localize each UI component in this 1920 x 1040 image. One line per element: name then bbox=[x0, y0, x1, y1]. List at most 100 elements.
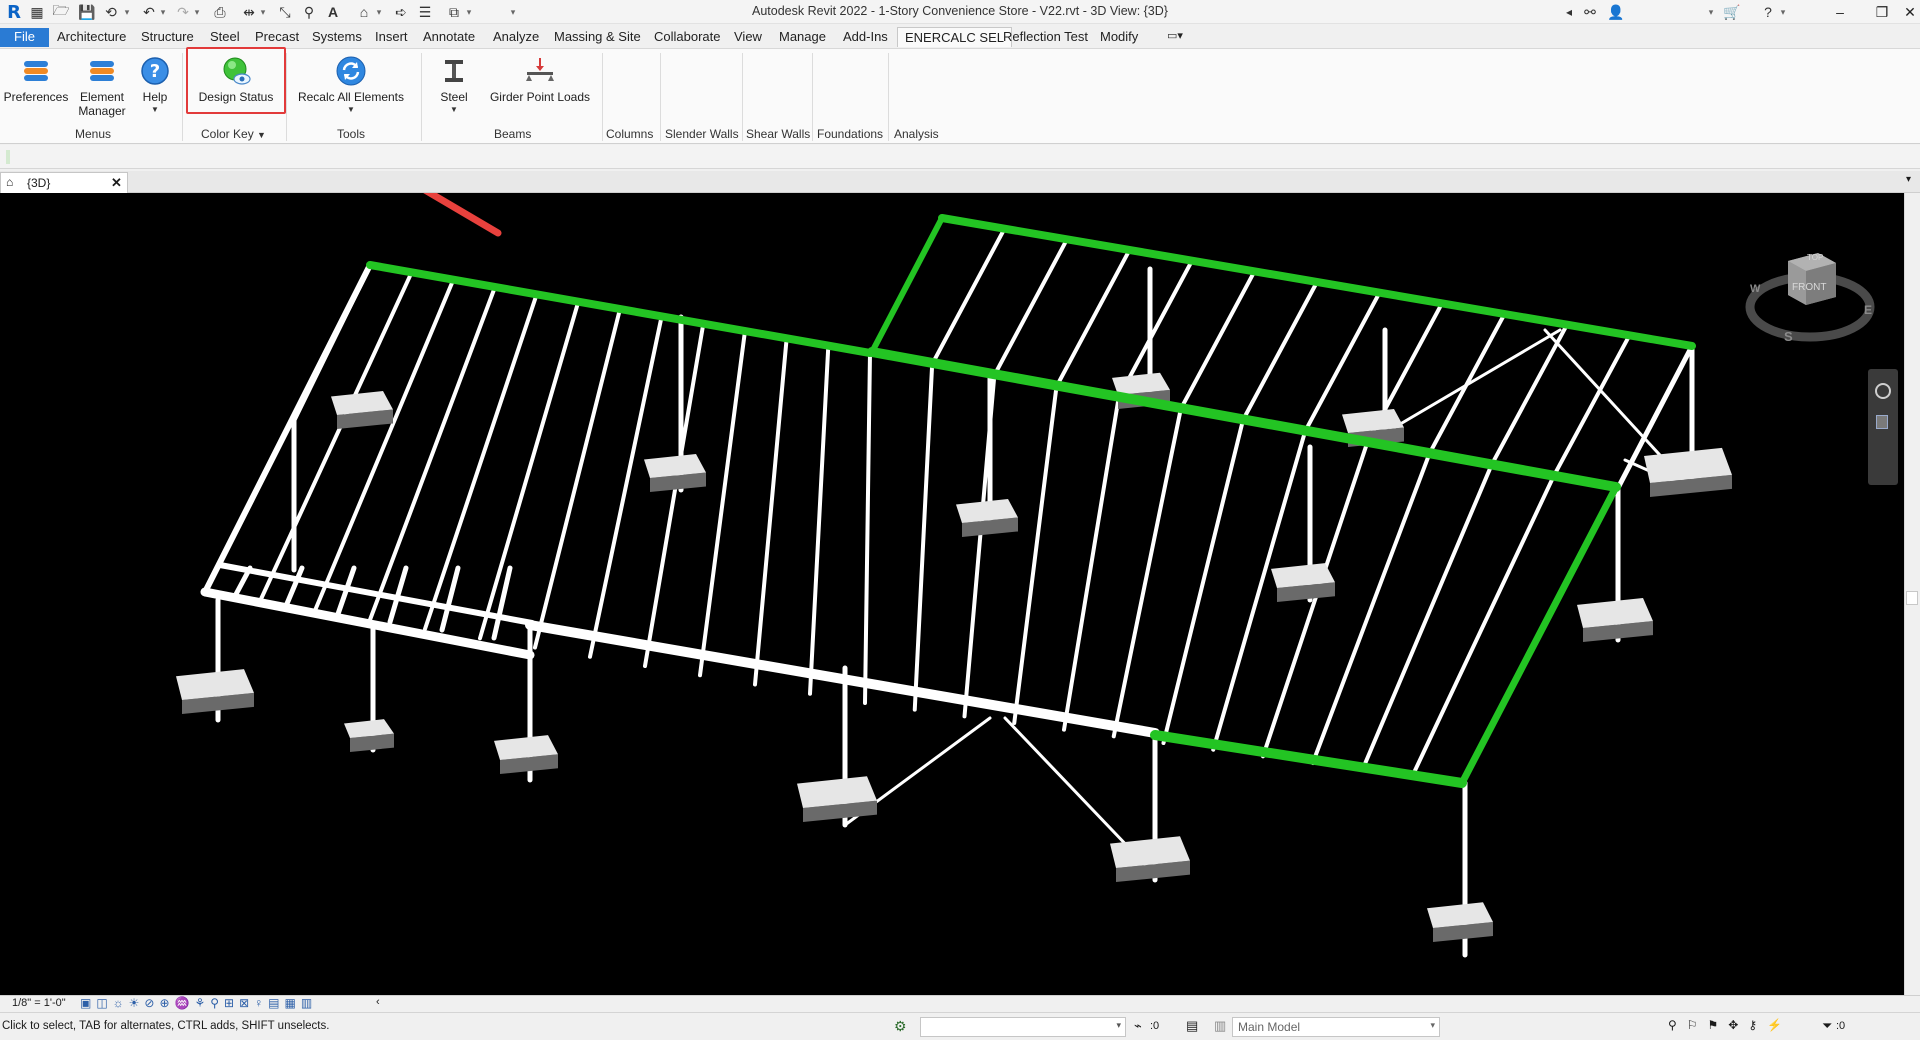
roof-joist[interactable] bbox=[912, 362, 935, 712]
design-options-icon[interactable]: ▤ bbox=[1186, 1018, 1198, 1034]
passing-beam[interactable] bbox=[938, 214, 1696, 350]
chevron-down-icon[interactable]: ▾ bbox=[374, 2, 384, 22]
view-scale[interactable]: 1/8" = 1'-0" bbox=[12, 997, 66, 1009]
roof-joist[interactable] bbox=[1360, 462, 1494, 772]
chevron-down-icon[interactable]: ▾ bbox=[192, 2, 202, 22]
tab-annotate[interactable]: Annotate bbox=[416, 27, 482, 47]
roof-joist[interactable] bbox=[863, 351, 872, 705]
roof-joist[interactable] bbox=[423, 292, 539, 631]
roof-joist[interactable] bbox=[753, 336, 789, 687]
tab-enercalc-sel[interactable]: ENERCALC SEL bbox=[897, 27, 1012, 47]
passing-beam[interactable] bbox=[867, 347, 1621, 492]
tab-architecture[interactable]: Architecture bbox=[50, 27, 133, 47]
view-tab-3d[interactable]: ⌂ {3D} ✕ bbox=[0, 172, 128, 193]
revit-logo[interactable]: R bbox=[4, 2, 24, 23]
binoculars-icon[interactable]: ⚯ bbox=[1580, 2, 1600, 22]
front-canopy-beam[interactable] bbox=[200, 587, 535, 660]
chevron-down-icon[interactable]: ▾ bbox=[122, 2, 132, 22]
brace[interactable] bbox=[1383, 328, 1562, 435]
roof-joist[interactable] bbox=[1410, 473, 1556, 779]
roof-joist[interactable] bbox=[1054, 248, 1132, 389]
chevron-down-icon[interactable]: ▾ bbox=[158, 2, 168, 22]
roof-joist[interactable] bbox=[1551, 333, 1632, 478]
switch-windows-icon[interactable]: ⧉ bbox=[444, 2, 464, 22]
tab-insert[interactable]: Insert bbox=[368, 27, 415, 47]
tab-analyze[interactable]: Analyze bbox=[486, 27, 546, 47]
panel-label-color-key[interactable]: Color Key ▼ bbox=[201, 127, 266, 141]
canopy-rib[interactable] bbox=[439, 565, 461, 633]
help-icon[interactable]: ? bbox=[1758, 2, 1778, 22]
caret-left-icon[interactable]: ‹ bbox=[376, 996, 380, 1008]
roof-joist[interactable] bbox=[992, 237, 1069, 378]
section-icon[interactable]: ➪ bbox=[392, 2, 410, 22]
panel-label-slender-walls[interactable]: Slender Walls bbox=[665, 127, 739, 141]
roof-joist[interactable] bbox=[808, 343, 831, 696]
roof-joist[interactable] bbox=[1310, 451, 1432, 765]
element-manager-button[interactable]: Element Manager bbox=[74, 53, 130, 118]
print-icon[interactable]: ⎙ bbox=[210, 2, 230, 22]
open-icon[interactable]: 🗁 bbox=[52, 2, 70, 22]
tab-steel[interactable]: Steel bbox=[203, 27, 247, 47]
panel-label-shear-walls[interactable]: Shear Walls bbox=[746, 127, 810, 141]
cart-icon[interactable]: 🛒 bbox=[1722, 2, 1742, 22]
roof-joist[interactable] bbox=[1012, 384, 1059, 725]
recent-files-icon[interactable]: ▦ bbox=[28, 2, 46, 22]
restore-button[interactable]: ❐ bbox=[1868, 1, 1896, 23]
dimension-icon[interactable]: ⤡ bbox=[276, 2, 294, 22]
preferences-button[interactable]: Preferences bbox=[2, 53, 70, 104]
compass-east[interactable]: E bbox=[1864, 303, 1872, 317]
roof-joist[interactable] bbox=[698, 329, 747, 678]
passing-beam[interactable] bbox=[869, 215, 945, 355]
chevron-down-icon[interactable]: ▼ bbox=[432, 103, 476, 117]
tab-add-ins[interactable]: Add-Ins bbox=[836, 27, 895, 47]
design-option-dropdown[interactable]: Main Model ▾ bbox=[1232, 1017, 1440, 1037]
redo-icon[interactable]: ↷ bbox=[174, 2, 192, 22]
chevron-down-icon[interactable]: ▼ bbox=[294, 103, 408, 117]
3d-viewport[interactable]: TOP FRONT W S E bbox=[0, 193, 1904, 995]
steel-button[interactable]: Steel ▼ bbox=[432, 53, 476, 117]
roof-joist[interactable] bbox=[643, 321, 706, 668]
chevron-down-icon[interactable]: ▾ bbox=[1706, 2, 1716, 22]
steering-wheel-icon[interactable] bbox=[1875, 383, 1891, 399]
save-icon[interactable]: 💾 bbox=[78, 2, 96, 22]
workset-dropdown[interactable]: ▾ bbox=[920, 1017, 1126, 1037]
minimize-button[interactable]: – bbox=[1826, 1, 1854, 23]
tab-file[interactable]: File bbox=[0, 28, 49, 47]
measure-icon[interactable]: ⇹ bbox=[240, 2, 258, 22]
tab-structure[interactable]: Structure bbox=[134, 27, 201, 47]
close-tab-icon[interactable]: ✕ bbox=[111, 175, 122, 191]
roof-joist[interactable] bbox=[533, 307, 622, 650]
tag-icon[interactable]: ⚲ bbox=[300, 2, 318, 22]
caret-left-icon[interactable]: ◂ bbox=[1562, 2, 1576, 22]
options-icon[interactable]: ▥ bbox=[1214, 1018, 1226, 1034]
tab-view[interactable]: View bbox=[727, 27, 769, 47]
tab-precast[interactable]: Precast bbox=[248, 27, 306, 47]
passing-beam[interactable] bbox=[1150, 730, 1467, 788]
sync-icon[interactable]: ⟲ bbox=[102, 2, 120, 22]
recalc-all-elements-button[interactable]: Recalc All Elements ▼ bbox=[294, 53, 408, 117]
editable-only-icon[interactable]: ⌁ bbox=[1134, 1018, 1142, 1034]
roof-joist[interactable] bbox=[478, 299, 581, 641]
chevron-down-icon[interactable]: ▾ bbox=[464, 2, 474, 22]
viewcube[interactable]: TOP FRONT W S E bbox=[1744, 247, 1876, 347]
roof-joist[interactable] bbox=[368, 285, 497, 622]
roof-joist[interactable] bbox=[1241, 280, 1319, 422]
canopy-rib[interactable] bbox=[231, 565, 253, 601]
help-button[interactable]: ? Help ▼ bbox=[134, 53, 176, 117]
canopy-back-beam[interactable] bbox=[217, 562, 535, 626]
tab-massing-site[interactable]: Massing & Site bbox=[547, 27, 648, 47]
tab-manage[interactable]: Manage bbox=[772, 27, 833, 47]
passing-beam[interactable] bbox=[366, 261, 874, 357]
vertical-scrollbar[interactable] bbox=[1904, 193, 1920, 995]
undo-icon[interactable]: ↶ bbox=[140, 2, 158, 22]
compass-south[interactable]: S bbox=[1784, 329, 1793, 344]
3d-view-icon[interactable]: ⌂ bbox=[354, 2, 374, 22]
close-button[interactable]: ✕ bbox=[1896, 1, 1920, 23]
chevron-down-icon[interactable]: ▾ bbox=[1778, 2, 1788, 22]
thin-lines-icon[interactable]: ☰ bbox=[416, 2, 434, 22]
tab-list-icon[interactable]: ▾ bbox=[1906, 174, 1911, 185]
canopy-rib[interactable] bbox=[283, 565, 305, 609]
panel-label-analysis[interactable]: Analysis bbox=[894, 127, 939, 141]
roof-joist[interactable] bbox=[1062, 395, 1121, 732]
tab-modify[interactable]: Modify bbox=[1093, 27, 1145, 47]
